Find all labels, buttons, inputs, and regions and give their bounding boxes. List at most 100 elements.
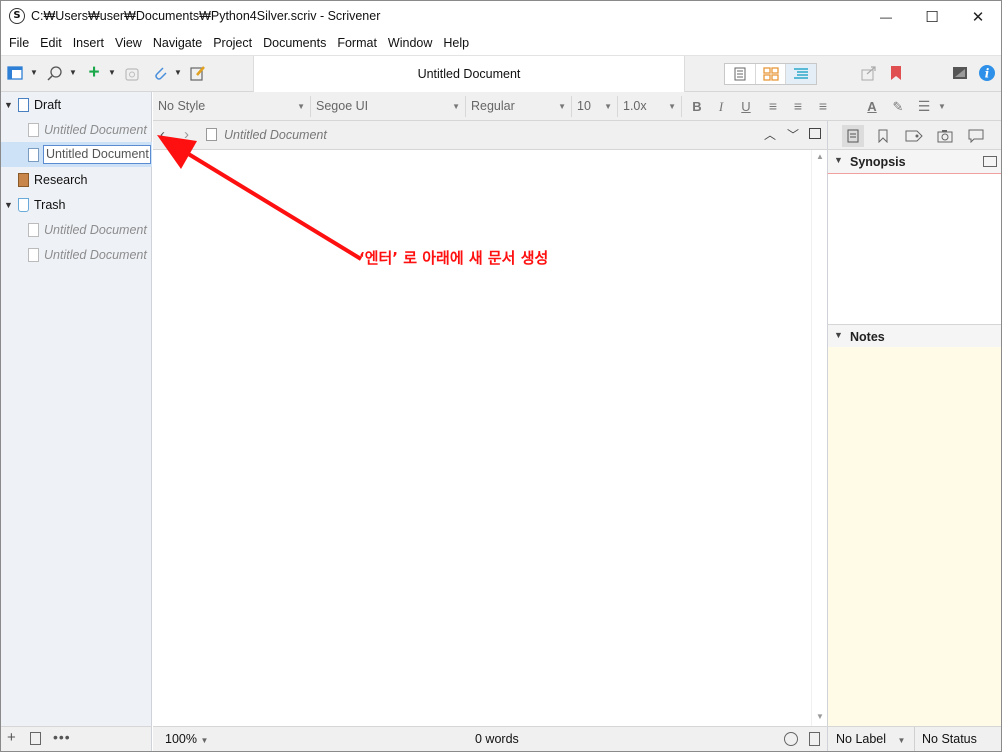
binder-item-label: Research: [34, 172, 88, 187]
binder-item-research[interactable]: Research: [1, 167, 152, 192]
binder-sidebar: ▼ Draft Untitled Document Untitled Docum…: [1, 92, 152, 726]
split-view-icon[interactable]: [809, 128, 821, 139]
menu-insert[interactable]: Insert: [68, 32, 110, 55]
binder-item-label: Untitled Document: [44, 222, 147, 237]
chevron-up-icon[interactable]: ︿: [764, 126, 776, 143]
scroll-down-icon[interactable]: ▼: [816, 712, 824, 721]
menu-edit[interactable]: Edit: [35, 32, 68, 55]
close-button[interactable]: ✕: [955, 1, 1001, 32]
search-icon[interactable]: [46, 64, 64, 82]
highlight-icon[interactable]: ✎: [889, 96, 907, 117]
view-outline-icon[interactable]: [786, 64, 817, 84]
label-select[interactable]: No Label ▼: [836, 732, 905, 746]
align-left-icon[interactable]: ≡: [764, 96, 782, 117]
menu-help[interactable]: Help: [438, 32, 475, 55]
chevron-down-icon[interactable]: ▼: [834, 155, 843, 165]
binder-item-draft[interactable]: ▼ Draft: [1, 92, 152, 117]
list-dropdown-icon[interactable]: ▼: [933, 96, 951, 117]
binder-item-document[interactable]: Untitled Document: [1, 217, 152, 242]
add-folder-icon[interactable]: [30, 732, 41, 745]
info-icon[interactable]: i: [978, 64, 996, 82]
notes-title: Notes: [850, 330, 885, 344]
text-color-icon[interactable]: A: [863, 96, 881, 117]
binder-item-trash[interactable]: ▼ Trash: [1, 192, 152, 217]
maximize-button[interactable]: ☐: [909, 1, 955, 32]
weight-select[interactable]: Regular ▼: [466, 96, 572, 117]
bold-icon[interactable]: B: [688, 96, 706, 117]
bookmark-icon[interactable]: [887, 64, 905, 82]
synopsis-header[interactable]: ▼ Synopsis: [827, 150, 1001, 174]
menu-navigate[interactable]: Navigate: [148, 32, 208, 55]
menu-view[interactable]: View: [110, 32, 148, 55]
chevron-down-icon: ▼: [668, 102, 676, 111]
word-count: 0 words: [475, 732, 519, 746]
chevron-down-icon[interactable]: ▼: [834, 330, 843, 340]
search-dropdown-icon[interactable]: ▼: [69, 64, 77, 82]
chevron-down-icon[interactable]: ﹀: [787, 126, 799, 143]
add-dropdown-icon[interactable]: ▼: [108, 64, 116, 82]
editor-scrollbar[interactable]: ▲ ▼: [811, 150, 827, 726]
rename-input[interactable]: Untitled Document: [43, 145, 151, 164]
bookmarks-tab-icon[interactable]: [872, 125, 894, 147]
close-icon: ✕: [971, 8, 985, 26]
zoom-select[interactable]: 100% ▼: [165, 732, 208, 746]
metadata-tab-icon[interactable]: [903, 125, 925, 147]
inspector-tabs: [827, 121, 1001, 150]
style-value: No Style: [158, 99, 206, 113]
minimize-button[interactable]: —: [863, 1, 909, 32]
notes-text-area[interactable]: [827, 347, 1001, 726]
line-spacing-select[interactable]: 1.0x ▼: [618, 96, 682, 117]
menu-project[interactable]: Project: [208, 32, 258, 55]
underline-icon[interactable]: U: [737, 96, 755, 117]
share-icon[interactable]: [860, 64, 878, 82]
target-icon[interactable]: [784, 732, 798, 746]
image-icon[interactable]: [983, 156, 997, 167]
attach-dropdown-icon[interactable]: ▼: [174, 64, 182, 82]
font-value: Segoe UI: [316, 99, 369, 113]
notes-header[interactable]: ▼ Notes: [827, 324, 1001, 347]
annotation-arrow-line: [175, 145, 363, 261]
inspector-footer: No Label ▼ No Status: [827, 726, 1001, 751]
svg-text:i: i: [985, 67, 990, 81]
binder-footer: + •••: [1, 726, 152, 751]
italic-icon[interactable]: I: [712, 96, 730, 117]
status-select[interactable]: No Status: [922, 732, 977, 746]
style-select[interactable]: No Style ▼: [153, 96, 311, 117]
add-icon[interactable]: +: [7, 729, 16, 746]
compose-icon[interactable]: [189, 64, 207, 82]
comments-tab-icon[interactable]: [965, 125, 987, 147]
zoom-value: 100%: [165, 732, 197, 746]
synopsis-text-area[interactable]: [827, 174, 1001, 324]
chevron-down-icon: ▼: [200, 736, 209, 745]
size-select[interactable]: 10 ▼: [572, 96, 618, 117]
list-icon[interactable]: ☰: [915, 96, 933, 117]
attach-icon[interactable]: [151, 64, 169, 82]
expand-arrow-icon[interactable]: ▼: [4, 200, 13, 210]
view-corkboard-icon[interactable]: [756, 64, 787, 84]
more-options-icon[interactable]: •••: [53, 729, 71, 745]
document-notes-icon[interactable]: [809, 732, 820, 746]
expand-arrow-icon[interactable]: ▼: [4, 100, 13, 110]
scroll-up-icon[interactable]: ▲: [816, 152, 824, 161]
menu-window[interactable]: Window: [383, 32, 438, 55]
binder-item-selected[interactable]: Untitled Document: [1, 142, 152, 167]
binder-item-label: Draft: [34, 97, 62, 112]
binder-item-label: Untitled Document: [44, 122, 147, 137]
binder-toggle-dropdown-icon[interactable]: ▼: [30, 64, 38, 82]
add-icon[interactable]: +: [85, 62, 103, 83]
font-select[interactable]: Segoe UI ▼: [311, 96, 466, 117]
view-mode-switcher: [724, 63, 817, 85]
menu-file[interactable]: File: [4, 32, 35, 55]
menu-format[interactable]: Format: [332, 32, 383, 55]
binder-toggle-icon[interactable]: [6, 64, 24, 82]
snapshots-tab-icon[interactable]: [934, 125, 956, 147]
composition-mode-icon[interactable]: [951, 64, 969, 82]
title-bar: S C:₩Users₩user₩Documents₩Python4Silver.…: [1, 1, 1001, 32]
menu-documents[interactable]: Documents: [258, 32, 332, 55]
binder-item-document[interactable]: Untitled Document: [1, 242, 152, 267]
align-center-icon[interactable]: ≡: [789, 96, 807, 117]
view-document-icon[interactable]: [725, 64, 756, 84]
trash-icon[interactable]: [123, 64, 141, 82]
notes-tab-icon[interactable]: [842, 125, 864, 147]
binder-item-document[interactable]: Untitled Document: [1, 117, 152, 142]
